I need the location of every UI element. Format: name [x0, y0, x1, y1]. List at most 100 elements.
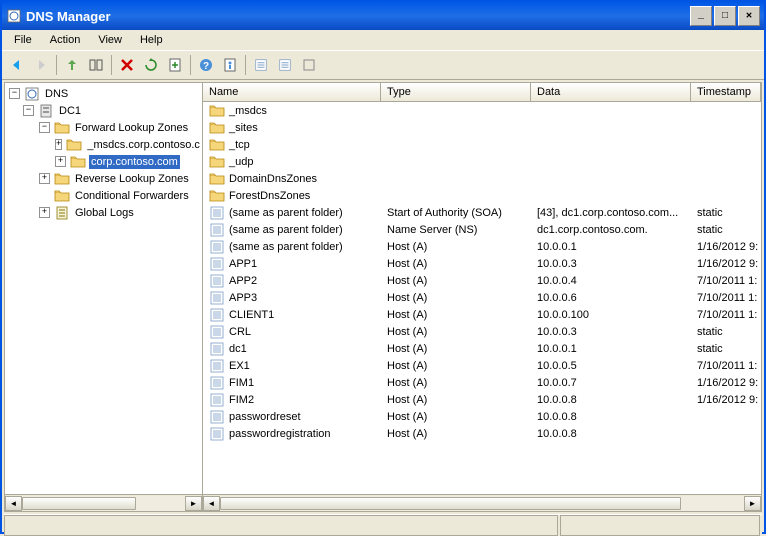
list-row[interactable]: APP1Host (A)10.0.0.31/16/2012 9:: [203, 255, 761, 272]
folder-icon: [209, 121, 225, 135]
list-row[interactable]: (same as parent folder)Host (A)10.0.0.11…: [203, 238, 761, 255]
record-name: passwordregistration: [229, 428, 331, 440]
export-button[interactable]: [164, 54, 186, 76]
list-row[interactable]: CLIENT1Host (A)10.0.0.1007/10/2011 1:: [203, 306, 761, 323]
list-row[interactable]: dc1Host (A)10.0.0.1static: [203, 340, 761, 357]
tree-reverse-zones[interactable]: + Reverse Lookup Zones: [7, 170, 200, 187]
record-name: CRL: [229, 326, 251, 338]
record-type: Host (A): [381, 359, 531, 373]
column-data[interactable]: Data: [531, 83, 691, 101]
list-row[interactable]: passwordresetHost (A)10.0.0.8: [203, 408, 761, 425]
collapse-icon[interactable]: −: [23, 105, 34, 116]
record-type: Name Server (NS): [381, 223, 531, 237]
record-type: Host (A): [381, 376, 531, 390]
forward-button[interactable]: [30, 54, 52, 76]
folder-icon: [209, 138, 225, 152]
filter-button[interactable]: [274, 54, 296, 76]
record-timestamp: 7/10/2011 1:: [691, 359, 761, 373]
collapse-icon[interactable]: −: [39, 122, 50, 133]
list-row[interactable]: passwordregistrationHost (A)10.0.0.8: [203, 425, 761, 442]
record-type: [381, 127, 531, 129]
menu-action[interactable]: Action: [42, 32, 89, 48]
tree-conditional-forwarders[interactable]: Conditional Forwarders: [7, 187, 200, 204]
close-button[interactable]: ✕: [738, 6, 760, 26]
minimize-button[interactable]: _: [690, 6, 712, 26]
column-timestamp[interactable]: Timestamp: [691, 83, 761, 101]
refresh-button[interactable]: [140, 54, 162, 76]
properties-button[interactable]: [219, 54, 241, 76]
list-scrollbar[interactable]: ◄ ►: [203, 494, 761, 511]
list-row[interactable]: CRLHost (A)10.0.0.3static: [203, 323, 761, 340]
record-data: 10.0.0.7: [531, 376, 691, 390]
list-row[interactable]: APP2Host (A)10.0.0.47/10/2011 1:: [203, 272, 761, 289]
tree-server[interactable]: − DC1: [7, 102, 200, 119]
folder-icon: [54, 120, 70, 136]
list-row[interactable]: APP3Host (A)10.0.0.67/10/2011 1:: [203, 289, 761, 306]
scroll-left-button[interactable]: ◄: [203, 496, 220, 511]
record-data: [531, 127, 691, 129]
delete-button[interactable]: [116, 54, 138, 76]
menu-help[interactable]: Help: [132, 32, 171, 48]
record-icon: [209, 240, 225, 254]
expand-icon[interactable]: +: [55, 139, 62, 150]
menu-file[interactable]: File: [6, 32, 40, 48]
record-timestamp: [691, 195, 761, 197]
tree-root-dns[interactable]: − DNS: [7, 85, 200, 102]
list-row[interactable]: EX1Host (A)10.0.0.57/10/2011 1:: [203, 357, 761, 374]
record-timestamp: [691, 161, 761, 163]
expand-icon[interactable]: +: [39, 173, 50, 184]
record-name: DomainDnsZones: [229, 173, 317, 185]
record-data: [43], dc1.corp.contoso.com...: [531, 206, 691, 220]
tree-pane[interactable]: − DNS − DC1 − Forward Lookup Zones + _ms…: [5, 83, 203, 511]
list-row[interactable]: ForestDnsZones: [203, 187, 761, 204]
list-row[interactable]: DomainDnsZones: [203, 170, 761, 187]
expand-icon[interactable]: +: [55, 156, 66, 167]
record-name: (same as parent folder): [229, 241, 343, 253]
list-body[interactable]: _msdcs_sites _tcp _udp DomainDnsZones Forest…: [203, 102, 761, 494]
log-icon: [54, 205, 70, 221]
menu-view[interactable]: View: [90, 32, 130, 48]
up-button[interactable]: [61, 54, 83, 76]
record-timestamp: 1/16/2012 9:: [691, 257, 761, 271]
list-row[interactable]: FIM1Host (A)10.0.0.71/16/2012 9:: [203, 374, 761, 391]
record-name: _udp: [229, 156, 253, 168]
help-button[interactable]: ?: [195, 54, 217, 76]
list-row[interactable]: _sites: [203, 119, 761, 136]
list-row[interactable]: _udp: [203, 153, 761, 170]
dns-icon: [24, 86, 40, 102]
record-timestamp: [691, 178, 761, 180]
record-name: passwordreset: [229, 411, 301, 423]
folder-icon: [54, 171, 70, 187]
scroll-left-button[interactable]: ◄: [5, 496, 22, 511]
column-type[interactable]: Type: [381, 83, 531, 101]
tree-label: Reverse Lookup Zones: [73, 172, 191, 186]
scroll-right-button[interactable]: ►: [744, 496, 761, 511]
tool-button[interactable]: [298, 54, 320, 76]
new-record-button[interactable]: [250, 54, 272, 76]
tree-zone-msdcs[interactable]: + _msdcs.corp.contoso.c: [7, 136, 200, 153]
tree-global-logs[interactable]: + Global Logs: [7, 204, 200, 221]
tree-forward-zones[interactable]: − Forward Lookup Zones: [7, 119, 200, 136]
tree-scrollbar[interactable]: ◄ ►: [5, 494, 202, 511]
expand-icon[interactable]: +: [39, 207, 50, 218]
list-row[interactable]: _tcp: [203, 136, 761, 153]
record-data: dc1.corp.contoso.com.: [531, 223, 691, 237]
back-button[interactable]: [6, 54, 28, 76]
record-data: [531, 110, 691, 112]
record-name: _tcp: [229, 139, 250, 151]
list-row[interactable]: FIM2Host (A)10.0.0.81/16/2012 9:: [203, 391, 761, 408]
record-data: 10.0.0.1: [531, 342, 691, 356]
record-icon: [209, 342, 225, 356]
maximize-button[interactable]: □: [714, 6, 736, 26]
tree-zone-selected[interactable]: + corp.contoso.com: [7, 153, 200, 170]
record-icon: [209, 291, 225, 305]
column-name[interactable]: Name: [203, 83, 381, 101]
show-hide-button[interactable]: [85, 54, 107, 76]
list-row[interactable]: (same as parent folder)Start of Authorit…: [203, 204, 761, 221]
folder-icon: [209, 104, 225, 118]
list-row[interactable]: (same as parent folder)Name Server (NS)d…: [203, 221, 761, 238]
scroll-right-button[interactable]: ►: [185, 496, 202, 511]
collapse-icon[interactable]: −: [9, 88, 20, 99]
list-row[interactable]: _msdcs: [203, 102, 761, 119]
record-timestamp: 1/16/2012 9:: [691, 393, 761, 407]
